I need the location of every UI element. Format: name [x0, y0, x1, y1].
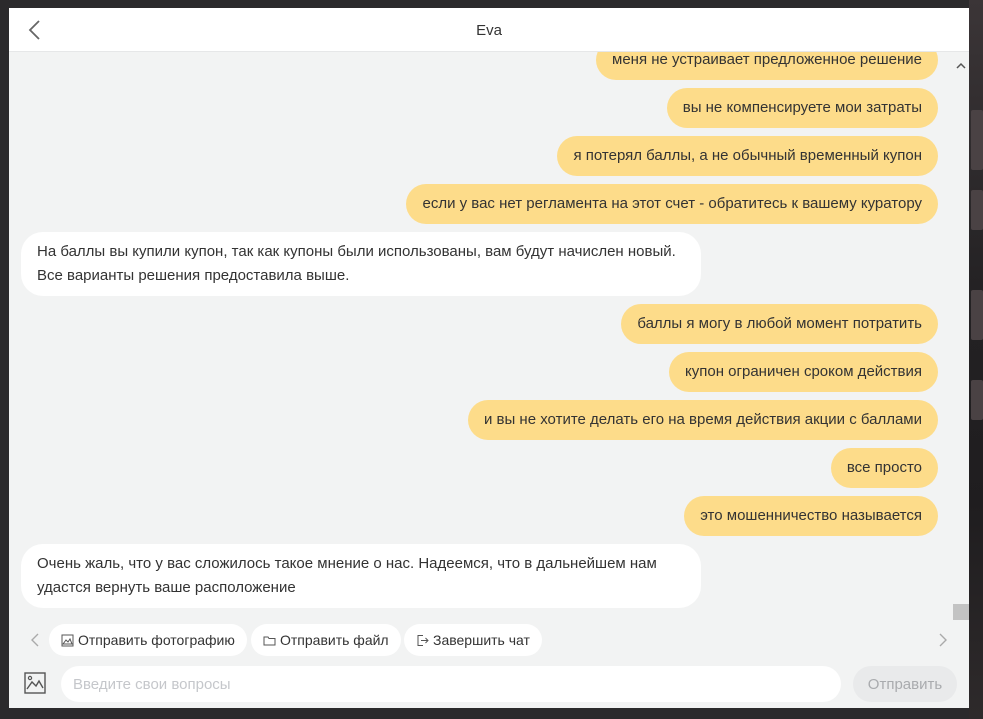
message-outgoing: меня не устраивает предложенное решение: [596, 52, 938, 80]
message-incoming: Очень жаль, что у вас сложилось такое мн…: [21, 544, 701, 608]
exit-icon: [417, 634, 429, 646]
chevron-left-icon: [31, 633, 39, 647]
quick-actions-prev[interactable]: [29, 632, 43, 648]
chat-title: Eva: [476, 22, 502, 39]
background-fragment: [971, 190, 983, 230]
message-incoming: На баллы вы купили купон, так как купоны…: [21, 232, 701, 296]
quick-actions-bar: Отправить фотографию Отправить файл Заве…: [9, 620, 969, 660]
attach-image-button[interactable]: [23, 671, 47, 695]
message-outgoing: вы не компенсируете мои затраты: [666, 88, 938, 128]
quick-actions-next[interactable]: [935, 632, 949, 648]
send-file-button[interactable]: Отправить файл: [251, 624, 401, 656]
message-outgoing: это мошенничество называется: [684, 496, 938, 536]
message-outgoing: если у вас нет регламента на этот счет -…: [406, 184, 938, 224]
message-outgoing: все просто: [830, 448, 938, 488]
scrollbar-thumb[interactable]: [953, 604, 969, 620]
end-chat-label: Завершить чат: [433, 632, 530, 648]
background-fragment: [971, 380, 983, 420]
image-icon: [24, 672, 46, 694]
send-photo-button[interactable]: Отправить фотографию: [49, 624, 247, 656]
folder-icon: [263, 636, 276, 645]
chat-window: Eva меня не устраивает предложенное реше…: [9, 8, 969, 708]
end-chat-button[interactable]: Завершить чат: [404, 624, 542, 656]
desktop-background: [969, 0, 983, 719]
composer: Отправить: [9, 660, 969, 708]
send-photo-label: Отправить фотографию: [78, 632, 235, 648]
message-input[interactable]: [61, 666, 841, 702]
message-outgoing: и вы не хотите делать его на время дейст…: [467, 400, 938, 440]
scroll-up-button[interactable]: [956, 58, 966, 69]
background-fragment: [971, 290, 983, 340]
image-icon: [61, 634, 74, 646]
message-outgoing: я потерял баллы, а не обычный временный …: [557, 136, 938, 176]
chevron-up-icon: [956, 62, 966, 69]
message-list: меня не устраивает предложенное решение …: [9, 52, 953, 620]
chevron-right-icon: [939, 633, 947, 647]
background-fragment: [971, 110, 983, 170]
chat-header: Eva: [9, 8, 969, 52]
message-outgoing: баллы я могу в любой момент потратить: [621, 304, 938, 344]
send-button[interactable]: Отправить: [853, 666, 957, 702]
message-scrollbar[interactable]: [953, 52, 969, 620]
send-file-label: Отправить файл: [280, 632, 389, 648]
message-outgoing: купон ограничен сроком действия: [669, 352, 938, 392]
